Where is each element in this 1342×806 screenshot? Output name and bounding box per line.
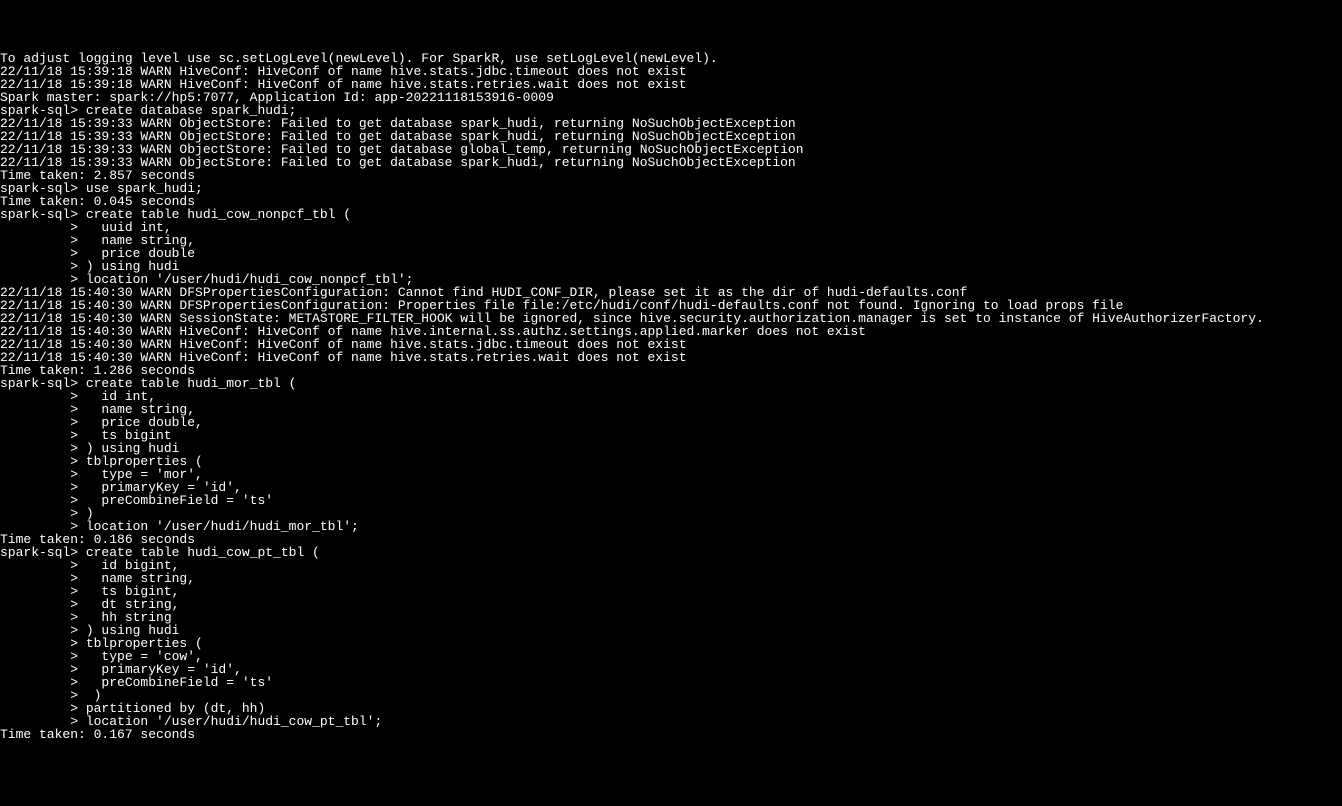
terminal-line: > ts bigint xyxy=(0,429,1342,442)
terminal-line: > location '/user/hudi/hudi_mor_tbl'; xyxy=(0,520,1342,533)
terminal-line: > preCombineField = 'ts' xyxy=(0,494,1342,507)
terminal-line: > id bigint, xyxy=(0,559,1342,572)
terminal-line: > name string, xyxy=(0,234,1342,247)
terminal-line: spark-sql> use spark_hudi; xyxy=(0,182,1342,195)
terminal-line: > dt string, xyxy=(0,598,1342,611)
terminal-line: Time taken: 0.167 seconds xyxy=(0,728,1342,741)
terminal-line: > location '/user/hudi/hudi_cow_pt_tbl'; xyxy=(0,715,1342,728)
terminal-line: > uuid int, xyxy=(0,221,1342,234)
terminal-output[interactable]: To adjust logging level use sc.setLogLev… xyxy=(0,52,1342,741)
terminal-line: > price double xyxy=(0,247,1342,260)
terminal-line: 22/11/18 15:40:30 WARN HiveConf: HiveCon… xyxy=(0,351,1342,364)
terminal-line: > price double, xyxy=(0,416,1342,429)
terminal-line: > ts bigint, xyxy=(0,585,1342,598)
terminal-line: 22/11/18 15:39:33 WARN ObjectStore: Fail… xyxy=(0,156,1342,169)
terminal-line: > partitioned by (dt, hh) xyxy=(0,702,1342,715)
terminal-line: spark-sql> create table hudi_cow_nonpcf_… xyxy=(0,208,1342,221)
terminal-line: > name string, xyxy=(0,572,1342,585)
terminal-line: spark-sql> create table hudi_mor_tbl ( xyxy=(0,377,1342,390)
terminal-line: > preCombineField = 'ts' xyxy=(0,676,1342,689)
terminal-line: > hh string xyxy=(0,611,1342,624)
terminal-line: > id int, xyxy=(0,390,1342,403)
terminal-line: spark-sql> create table hudi_cow_pt_tbl … xyxy=(0,546,1342,559)
